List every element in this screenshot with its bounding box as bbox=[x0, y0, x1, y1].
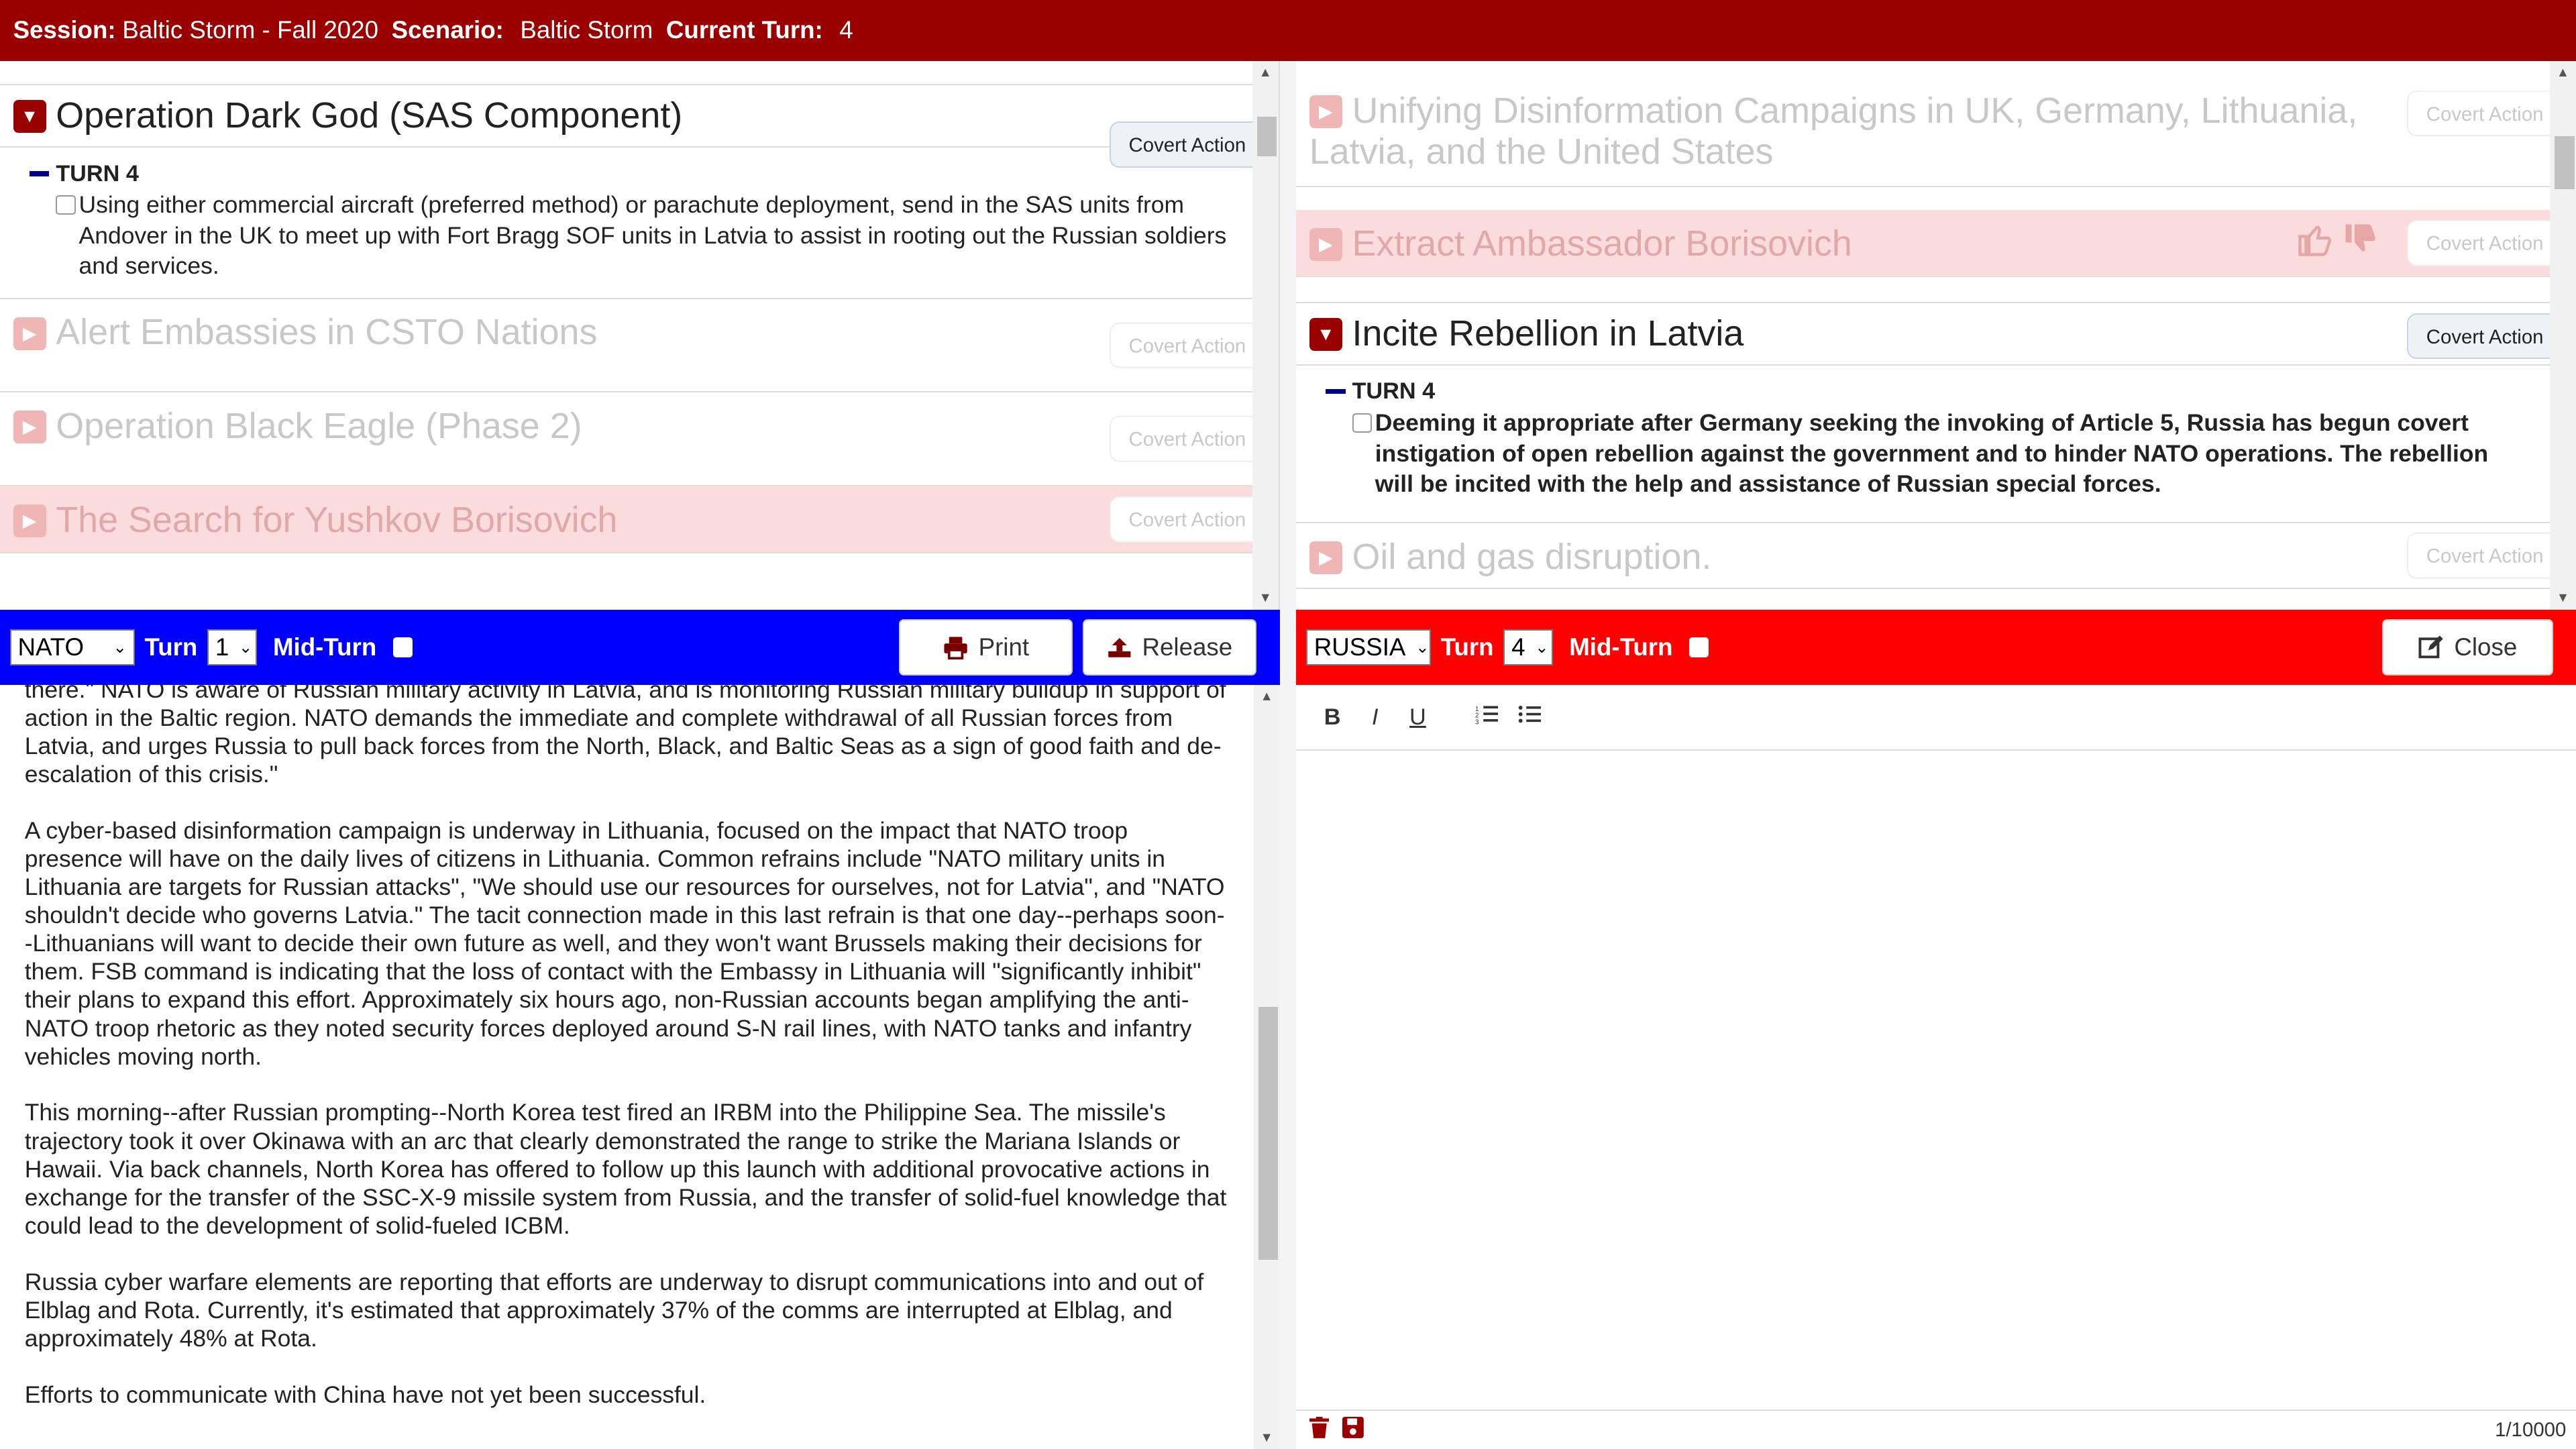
ordered-list-icon[interactable]: 123 bbox=[1474, 704, 1500, 731]
action-item[interactable]: ▶ Unifying Disinformation Campaigns in UK… bbox=[1296, 61, 2576, 187]
faction-select[interactable]: RUSSIA ⌄ bbox=[1305, 629, 1432, 665]
expand-icon[interactable]: ▶ bbox=[13, 411, 46, 444]
action-item[interactable]: ▶ The Search for Yushkov Borisovich Cover… bbox=[0, 486, 1279, 554]
trash-icon[interactable] bbox=[1309, 1416, 1330, 1444]
russia-actions-pane: ▶ Unifying Disinformation Campaigns in UK… bbox=[1296, 60, 2576, 610]
action-title-row[interactable]: ▼ Incite Rebellion in Latvia bbox=[1309, 313, 2379, 354]
faction-select[interactable]: NATO ⌄ bbox=[9, 629, 135, 665]
print-button[interactable]: Print bbox=[898, 619, 1073, 676]
action-item[interactable]: ▶ Extract Ambassador Borisovich Covert Ac… bbox=[1296, 209, 2576, 278]
expand-icon[interactable]: ▶ bbox=[13, 504, 46, 537]
action-item: ▼ Incite Rebellion in Latvia Covert Acti… bbox=[1296, 302, 2576, 524]
covert-action-button[interactable]: Covert Action bbox=[1109, 496, 1266, 543]
bold-button[interactable]: B bbox=[1320, 704, 1346, 731]
covert-action-button[interactable]: Covert Action bbox=[1109, 415, 1266, 462]
order-checkbox[interactable] bbox=[56, 195, 76, 215]
turn-select[interactable]: 1 ⌄ bbox=[207, 629, 257, 665]
scenario-value: Baltic Storm bbox=[520, 16, 653, 44]
report-paragraph: Efforts to communicate with China have n… bbox=[24, 1381, 706, 1408]
expand-icon[interactable]: ▶ bbox=[1309, 227, 1342, 261]
turn-order-text: Deeming it appropriate after Germany see… bbox=[1352, 408, 2527, 499]
session-value: Baltic Storm - Fall 2020 bbox=[122, 16, 379, 44]
session-bar: Session: Baltic Storm - Fall 2020 Scenar… bbox=[0, 0, 2576, 61]
action-title-row[interactable]: ▼ Operation Dark God (SAS Component) bbox=[13, 95, 1081, 136]
italic-button[interactable]: I bbox=[1362, 704, 1388, 731]
report-paragraph: Russia cyber warfare elements are report… bbox=[24, 1268, 1204, 1352]
current-turn-label: Current Turn: bbox=[665, 16, 823, 44]
turn-heading: TURN 4 bbox=[30, 161, 1081, 187]
report-paragraph: This morning--after Russian prompting--N… bbox=[24, 1099, 1227, 1239]
midturn-label: Mid-Turn bbox=[272, 633, 377, 661]
turn-select[interactable]: 4 ⌄ bbox=[1503, 629, 1553, 665]
current-turn-value: 4 bbox=[839, 16, 853, 44]
covert-action-button[interactable]: Covert Action bbox=[2406, 219, 2563, 266]
collapse-icon[interactable]: ▼ bbox=[1309, 318, 1342, 352]
order-checkbox[interactable] bbox=[1352, 413, 1372, 433]
covert-action-button[interactable]: Covert Action bbox=[1109, 121, 1266, 168]
svg-text:3: 3 bbox=[1475, 719, 1479, 724]
report-paragraph: there." NATO is aware of Russian militar… bbox=[24, 685, 1226, 788]
action-item[interactable]: ▶ Alert Embassies in CSTO Nations Covert … bbox=[0, 299, 1279, 393]
action-title: Operation Black Eagle (Phase 2) bbox=[56, 405, 582, 446]
character-count: 1/10000 bbox=[2495, 1418, 2567, 1441]
action-title: Oil and gas disruption. bbox=[1352, 536, 1712, 577]
midturn-checkbox[interactable] bbox=[392, 637, 413, 657]
printer-icon bbox=[944, 636, 967, 659]
expand-icon[interactable]: ▶ bbox=[1309, 541, 1342, 575]
collapse-icon[interactable]: ▼ bbox=[13, 100, 46, 133]
bullet-list-icon[interactable] bbox=[1516, 704, 1542, 731]
action-item[interactable]: ▶ Operation Black Eagle (Phase 2) Covert … bbox=[0, 392, 1279, 486]
action-title: Incite Rebellion in Latvia bbox=[1352, 313, 1744, 354]
report-text: there." NATO is aware of Russian militar… bbox=[0, 685, 1254, 1449]
covert-action-button[interactable]: Covert Action bbox=[1109, 322, 1266, 368]
russia-toolbar: RUSSIA ⌄ Turn 4 ⌄ Mid-Turn Close bbox=[1296, 609, 2576, 686]
release-button[interactable]: Release bbox=[1082, 619, 1257, 676]
nato-toolbar: NATO ⌄ Turn 1 ⌄ Mid-Turn Print Release bbox=[0, 609, 1280, 686]
editor-toolbar: B I U 123 bbox=[1296, 685, 2576, 751]
nato-report-pane: NATO ⌄ Turn 1 ⌄ Mid-Turn Print Release the… bbox=[0, 609, 1280, 1449]
turn-label: Turn bbox=[144, 633, 198, 661]
midturn-label: Mid-Turn bbox=[1569, 633, 1673, 661]
action-title: Alert Embassies in CSTO Nations bbox=[56, 312, 598, 353]
action-title: The Search for Yushkov Borisovich bbox=[56, 499, 618, 540]
midturn-checkbox[interactable] bbox=[1688, 637, 1709, 657]
covert-action-button[interactable]: Covert Action bbox=[2406, 90, 2563, 137]
scrollbar[interactable]: ▲ ▼ bbox=[2549, 60, 2576, 610]
covert-action-button[interactable]: Covert Action bbox=[2406, 533, 2563, 579]
covert-action-button[interactable]: Covert Action bbox=[2406, 313, 2563, 360]
editor-footer: 1/10000 bbox=[1296, 1409, 2576, 1449]
expand-icon[interactable]: ▶ bbox=[13, 317, 46, 350]
thumbs-down-icon[interactable] bbox=[2343, 221, 2379, 264]
scrollbar[interactable]: ▲ ▼ bbox=[1252, 60, 1279, 610]
thumbs-up-icon[interactable] bbox=[2297, 221, 2333, 264]
scrollbar[interactable]: ▲ ▼ bbox=[1253, 685, 1280, 1449]
editor-textarea[interactable] bbox=[1296, 751, 2576, 1409]
turn-heading: TURN 4 bbox=[1326, 378, 2379, 405]
action-title: Operation Dark God (SAS Component) bbox=[56, 95, 683, 136]
report-paragraph: A cyber-based disinformation campaign is… bbox=[24, 816, 1225, 1070]
edit-icon bbox=[2418, 635, 2443, 659]
russia-editor-pane: RUSSIA ⌄ Turn 4 ⌄ Mid-Turn Close B I U 123… bbox=[1296, 609, 2576, 1449]
action-title: Extract Ambassador Borisovich bbox=[1352, 223, 1852, 264]
nato-actions-pane: ▼ Operation Dark God (SAS Component) Cov… bbox=[0, 60, 1280, 610]
close-button[interactable]: Close bbox=[2382, 619, 2553, 676]
session-label: Session: bbox=[13, 16, 116, 44]
turn-order-text: Using either commercial aircraft (prefer… bbox=[56, 190, 1246, 281]
action-item[interactable]: ▶ Oil and gas disruption. Covert Action bbox=[1296, 523, 2576, 590]
action-item: ▼ Operation Dark God (SAS Component) Cov… bbox=[0, 85, 1279, 299]
turn-label: Turn bbox=[1440, 633, 1494, 661]
underline-button[interactable]: U bbox=[1405, 704, 1431, 731]
scenario-label: Scenario: bbox=[391, 16, 504, 44]
save-icon[interactable] bbox=[1342, 1416, 1364, 1444]
upload-icon bbox=[1108, 637, 1131, 657]
action-title: Unifying Disinformation Campaigns in UK,… bbox=[1309, 90, 2358, 172]
vote-controls bbox=[2297, 221, 2379, 264]
splitter[interactable] bbox=[1279, 60, 1297, 1449]
